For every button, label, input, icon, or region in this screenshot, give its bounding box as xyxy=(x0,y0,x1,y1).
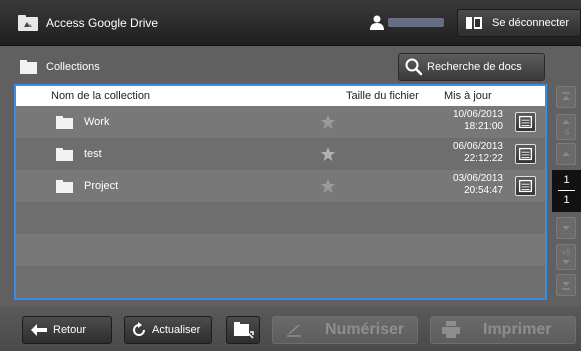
scroll-page-down-button[interactable]: +5 xyxy=(556,244,576,270)
table-header: Nom de la collection Taille du fichier M… xyxy=(16,86,545,106)
table-row[interactable]: test 06/06/2013 22:12:22 xyxy=(16,138,545,170)
scan-label: Numériser xyxy=(325,321,405,338)
app-title: Access Google Drive xyxy=(46,16,159,30)
updated-time: 22:12:22 xyxy=(464,153,503,164)
scroll-top-button[interactable] xyxy=(556,86,576,108)
updated-date: 10/06/2013 xyxy=(452,109,503,120)
print-label: Imprimer xyxy=(483,321,552,338)
page-total: 1 xyxy=(563,194,570,206)
back-button[interactable]: Retour xyxy=(22,316,112,344)
scroll-top-icon xyxy=(562,92,570,100)
table-row[interactable]: Work 10/06/2013 18:21:00 xyxy=(16,106,545,138)
updated-datetime: 03/06/2013 20:54:47 xyxy=(453,173,503,197)
refresh-button[interactable]: Actualiser xyxy=(124,316,212,344)
updated-time: 20:54:47 xyxy=(464,185,503,196)
updated-datetime: 06/06/2013 22:12:22 xyxy=(453,141,503,165)
svg-text:-5: -5 xyxy=(562,128,570,137)
user-name-redacted xyxy=(388,18,444,27)
chevron-down-icon xyxy=(562,226,570,230)
top-bar: Access Google Drive Se déconnecter xyxy=(0,0,581,46)
star-icon[interactable] xyxy=(320,114,336,130)
refresh-icon xyxy=(133,322,145,336)
folder-icon xyxy=(56,180,73,193)
star-icon[interactable] xyxy=(320,146,336,162)
details-icon[interactable] xyxy=(515,176,536,196)
scroll-bottom-button[interactable] xyxy=(556,274,576,296)
collection-name: Project xyxy=(84,180,119,192)
column-header-name[interactable]: Nom de la collection xyxy=(51,90,150,102)
refresh-label: Actualiser xyxy=(152,324,201,336)
collection-name: test xyxy=(84,148,102,160)
user-icon xyxy=(370,15,384,30)
folder-icon xyxy=(56,116,73,129)
new-folder-icon xyxy=(234,322,254,339)
logout-label: Se déconnecter xyxy=(492,17,570,29)
collections-label: Collections xyxy=(46,61,100,73)
scan-button[interactable]: Numériser xyxy=(272,316,418,344)
star-icon[interactable] xyxy=(320,178,336,194)
scroll-page-down-icon: +5 xyxy=(561,248,571,264)
scanner-icon xyxy=(287,324,301,337)
print-button[interactable]: Imprimer xyxy=(430,316,576,344)
collection-name: Work xyxy=(84,116,110,128)
arrow-left-icon xyxy=(31,324,47,336)
search-docs-label: Recherche de docs xyxy=(427,61,522,73)
collections-folder-icon xyxy=(20,60,37,74)
page-current: 1 xyxy=(563,174,570,186)
updated-datetime: 10/06/2013 18:21:00 xyxy=(453,109,503,133)
scroll-down-button[interactable] xyxy=(556,217,576,239)
scroll-page-up-icon: -5 xyxy=(562,120,570,137)
empty-row xyxy=(16,202,545,234)
updated-time: 18:21:00 xyxy=(464,121,503,132)
search-icon xyxy=(405,58,423,76)
empty-row xyxy=(16,234,545,266)
page-divider xyxy=(558,190,575,191)
scroll-page-up-button[interactable]: -5 xyxy=(556,114,576,140)
search-docs-button[interactable]: Recherche de docs xyxy=(398,53,545,81)
svg-text:+5: +5 xyxy=(561,248,571,257)
scroll-up-button[interactable] xyxy=(556,143,576,165)
drive-folder-icon xyxy=(18,15,38,31)
details-icon[interactable] xyxy=(515,112,536,132)
chevron-up-icon xyxy=(562,152,570,156)
new-collection-button[interactable] xyxy=(226,316,260,344)
details-icon[interactable] xyxy=(515,144,536,164)
column-header-updated[interactable]: Mis à jour xyxy=(444,90,492,102)
empty-row xyxy=(16,266,545,298)
scroll-bottom-icon xyxy=(562,282,570,290)
folder-icon xyxy=(56,148,73,161)
updated-date: 03/06/2013 xyxy=(452,173,503,184)
logout-icon xyxy=(466,17,482,29)
printer-icon xyxy=(442,321,460,338)
logout-button[interactable]: Se déconnecter xyxy=(457,9,581,37)
column-header-size[interactable]: Taille du fichier xyxy=(346,90,419,102)
back-label: Retour xyxy=(53,324,87,336)
updated-date: 06/06/2013 xyxy=(452,141,503,152)
page-indicator: 1 1 xyxy=(552,170,581,212)
collections-table: Nom de la collection Taille du fichier M… xyxy=(14,84,547,300)
table-row[interactable]: Project 03/06/2013 20:54:47 xyxy=(16,170,545,202)
